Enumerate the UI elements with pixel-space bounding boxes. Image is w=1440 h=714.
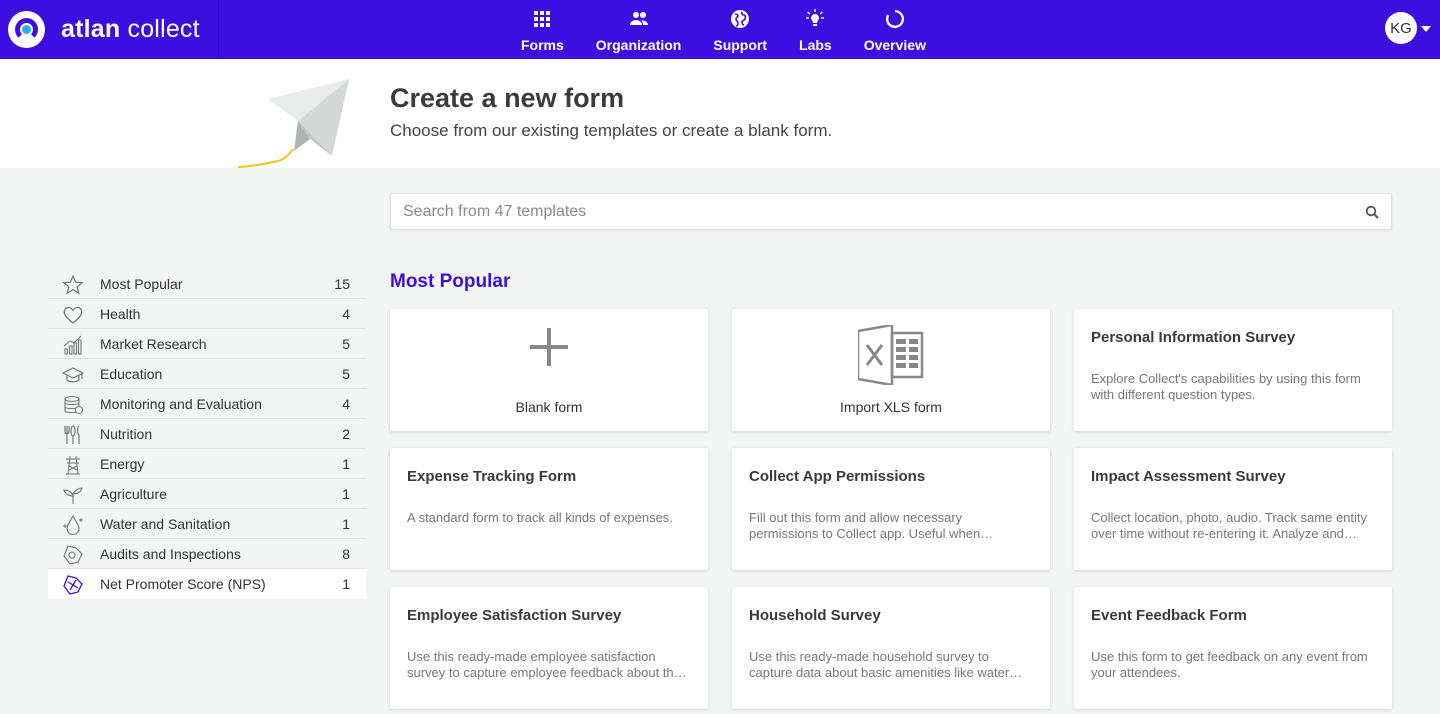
template-description: Use this ready-made household survey to … — [749, 649, 1010, 680]
template-title: Impact Assessment Survey — [1091, 468, 1286, 485]
section-title: Most Popular — [390, 271, 511, 292]
star-icon — [62, 274, 84, 295]
import-xls-label: Import XLS form — [840, 399, 942, 415]
template-card[interactable]: Personal Information Survey Explore Coll… — [1074, 309, 1392, 431]
page-title: Create a new form — [390, 83, 625, 113]
template-title: Collect App Permissions — [749, 468, 926, 485]
category-agriculture[interactable]: Agriculture 1 — [48, 479, 366, 509]
cutlery-icon — [64, 425, 80, 444]
category-health[interactable]: Health 4 — [48, 299, 366, 329]
category-sidebar: Most Popular 15 Health 4 Market Research… — [48, 269, 366, 599]
brand-name: atlan collect — [61, 15, 200, 43]
nav-organization-label: Organization — [595, 37, 682, 53]
paper-plane-illustration — [238, 79, 349, 168]
template-card[interactable]: Employee Satisfaction Survey Use this re… — [390, 587, 708, 709]
template-card[interactable]: Collect App Permissions Fill out this fo… — [732, 448, 1050, 570]
bulb-icon — [806, 9, 825, 26]
chevron-down-icon[interactable] — [1421, 26, 1431, 32]
template-card[interactable]: Expense Tracking Form A standard form to… — [390, 448, 708, 570]
template-card[interactable]: Event Feedback Form Use this form to get… — [1074, 587, 1392, 709]
search-input[interactable] — [391, 194, 1331, 229]
category-audits-inspections[interactable]: Audits and Inspections 8 — [48, 539, 366, 569]
category-education[interactable]: Education 5 — [48, 359, 366, 389]
template-description: Explore Collect's capabilities by using … — [1091, 371, 1361, 402]
template-title: Employee Satisfaction Survey — [407, 607, 622, 624]
template-card[interactable]: Impact Assessment Survey Collect locatio… — [1074, 448, 1392, 570]
template-title: Personal Information Survey — [1091, 329, 1296, 346]
nav-support[interactable]: Support — [697, 0, 783, 59]
template-search — [390, 193, 1392, 230]
nps-icon — [63, 575, 83, 595]
template-description: Use this form to get feedback on any eve… — [1091, 649, 1368, 680]
page-subtitle: Choose from our existing templates or cr… — [390, 121, 833, 140]
template-description: A standard form to track all kinds of ex… — [407, 510, 673, 525]
loader-icon — [885, 10, 904, 28]
nav-labs-label: Labs — [799, 37, 832, 53]
people-icon — [629, 12, 648, 25]
sprout-icon — [63, 487, 83, 504]
category-market-research[interactable]: Market Research 5 — [48, 329, 366, 359]
water-drop-icon — [63, 514, 83, 536]
nav-support-label: Support — [713, 37, 768, 53]
template-card[interactable]: Household Survey Use this ready-made hou… — [732, 587, 1050, 709]
category-energy[interactable]: Energy 1 — [48, 449, 366, 479]
power-tower-icon — [66, 455, 80, 475]
nav-forms-label: Forms — [521, 37, 564, 53]
template-description: Fill out this form and allow necessary p… — [749, 510, 981, 541]
category-nutrition[interactable]: Nutrition 2 — [48, 419, 366, 449]
top-navbar: atlan collect Forms Organization Support… — [0, 0, 1440, 59]
template-title: Event Feedback Form — [1091, 607, 1247, 624]
excel-file-icon — [858, 325, 924, 385]
nav-forms[interactable]: Forms — [505, 0, 580, 59]
search-icon[interactable] — [1365, 205, 1379, 219]
category-water-sanitation[interactable]: Water and Sanitation 1 — [48, 509, 366, 539]
import-xls-card[interactable]: Import XLS form — [732, 309, 1050, 431]
category-most-popular[interactable]: Most Popular 15 — [48, 269, 366, 299]
globe-icon — [731, 10, 750, 28]
template-description: Use this ready-made employee satisfactio… — [407, 649, 689, 680]
blank-form-label: Blank form — [515, 399, 583, 415]
template-title: Household Survey — [749, 607, 881, 624]
bar-chart-icon — [63, 335, 82, 355]
nav-overview-label: Overview — [863, 37, 926, 53]
heart-icon — [63, 306, 83, 324]
main-nav: Forms Organization Support Labs Overview — [505, 0, 942, 59]
inspection-icon — [63, 545, 83, 565]
template-title: Expense Tracking Form — [407, 468, 577, 485]
grid-icon — [534, 11, 551, 27]
category-monitoring-evaluation[interactable]: Monitoring and Evaluation 4 — [48, 389, 366, 419]
database-icon — [64, 395, 84, 415]
nav-labs[interactable]: Labs — [783, 0, 848, 59]
plus-icon — [530, 328, 568, 366]
blank-form-card[interactable]: Blank form — [390, 309, 708, 431]
nav-overview[interactable]: Overview — [848, 0, 942, 59]
user-avatar[interactable]: KG — [1385, 12, 1417, 44]
hero-banner: Create a new form Choose from our existi… — [0, 59, 1440, 168]
atlan-logo-icon — [8, 11, 45, 48]
brand-logo-link[interactable]: atlan collect — [0, 0, 219, 59]
template-description: Collect location, photo, audio. Track sa… — [1091, 510, 1368, 541]
nav-organization[interactable]: Organization — [580, 0, 698, 59]
graduation-cap-icon — [62, 367, 84, 383]
category-nps[interactable]: Net Promoter Score (NPS) 1 — [48, 569, 366, 599]
